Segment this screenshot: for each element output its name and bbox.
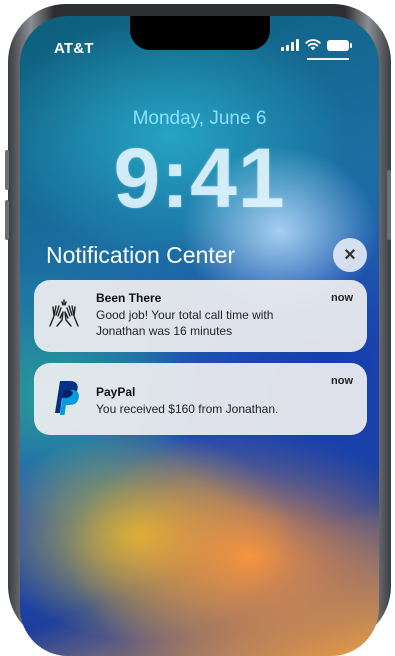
wifi-icon xyxy=(305,39,321,51)
lock-screen: AT&T Monday, June 6 9:41 Notification Ce… xyxy=(20,16,379,656)
notification-been-there[interactable]: Been There Good job! Your total call tim… xyxy=(34,280,367,352)
volume-down-button xyxy=(5,200,9,240)
notification-message: You received $160 from Jonathan. xyxy=(96,402,279,416)
notification-center-title: Notification Center xyxy=(46,242,236,268)
volume-up-button xyxy=(5,150,9,190)
notification-message: Good job! Your total call time with Jona… xyxy=(96,308,274,338)
lock-date: Monday, June 6 xyxy=(132,108,267,129)
notification-paypal[interactable]: PayPal You received $160 from Jonathan. … xyxy=(34,363,367,435)
notification-time: now xyxy=(331,292,353,304)
close-icon[interactable]: × xyxy=(333,238,367,272)
notification-app-name: PayPal xyxy=(96,385,136,399)
notification-app-name: Been There xyxy=(96,291,162,305)
cellular-signal-icon xyxy=(281,39,299,51)
battery-icon xyxy=(327,40,352,51)
status-indicator-line xyxy=(307,58,349,60)
notification-time: now xyxy=(331,375,353,387)
lock-time: 9:41 xyxy=(113,131,286,225)
high-five-hands-icon xyxy=(49,299,79,327)
paypal-logo-icon xyxy=(55,381,79,415)
power-button xyxy=(387,170,391,240)
status-icons xyxy=(281,39,352,51)
carrier-label: AT&T xyxy=(54,40,94,57)
dynamic-notch xyxy=(130,16,270,50)
